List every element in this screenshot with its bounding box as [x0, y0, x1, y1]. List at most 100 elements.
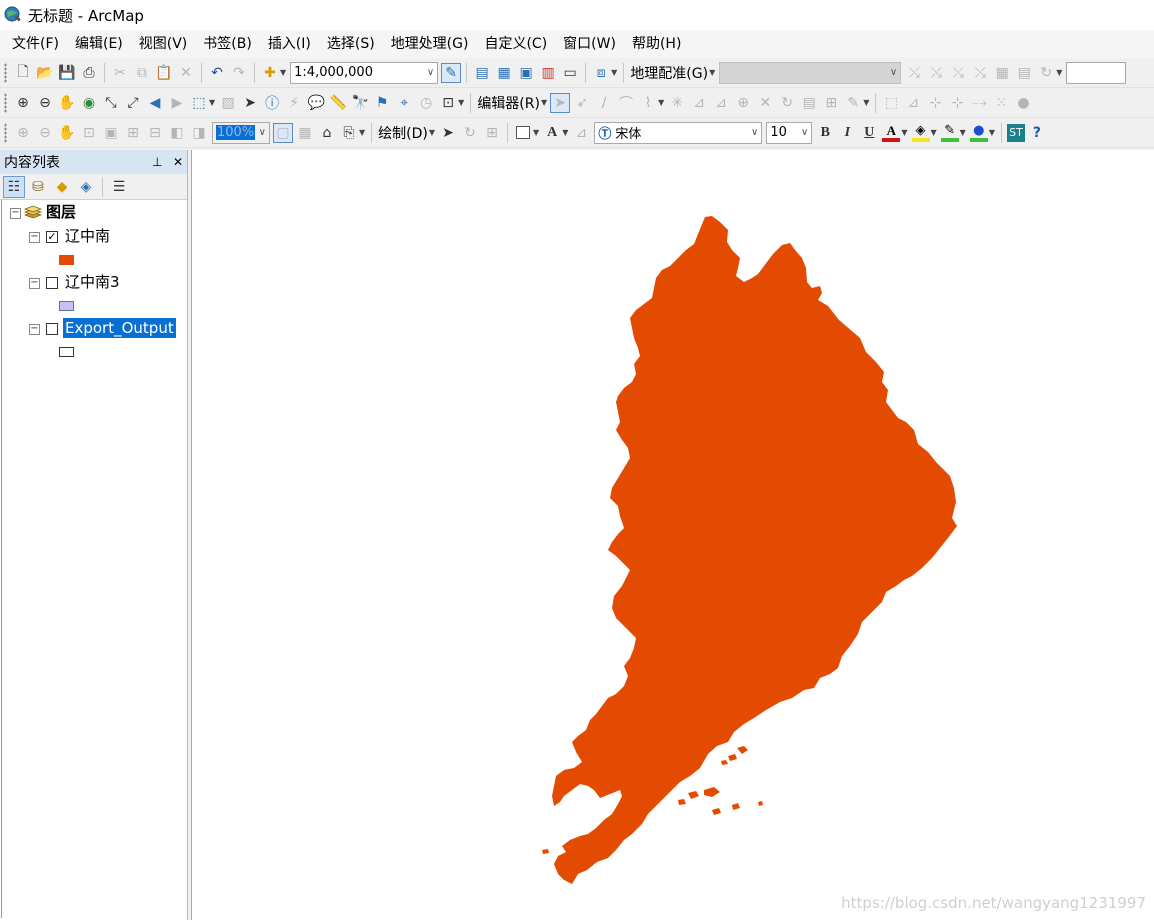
layout-zoom-combo[interactable]: 100% ∨: [212, 121, 270, 144]
html-popup-icon[interactable]: 💬: [306, 93, 326, 113]
toolbar-grip[interactable]: [4, 92, 7, 113]
layer-name-export-output[interactable]: Export_Output: [63, 318, 176, 338]
pin-icon[interactable]: ⊥: [152, 155, 162, 169]
drawing-menu[interactable]: 绘制(D): [376, 123, 430, 143]
measure-icon[interactable]: 📏: [328, 93, 348, 113]
cut-icon[interactable]: ✂: [110, 63, 130, 83]
chevron-down-icon[interactable]: ▼: [533, 128, 539, 137]
zoom-selected-elements-icon[interactable]: ⊞: [482, 123, 502, 143]
editor-menu[interactable]: 编辑器(R): [475, 93, 542, 113]
rotate-element-icon[interactable]: ↻: [460, 123, 480, 143]
topology-tool-icon[interactable]: ⬚: [881, 93, 901, 113]
menu-insert[interactable]: 插入(I): [260, 30, 319, 58]
menu-customize[interactable]: 自定义(C): [476, 30, 555, 58]
topology-sphere-icon[interactable]: ●: [1013, 93, 1033, 113]
layer-symbol-swatch[interactable]: [59, 347, 74, 357]
zoom-to-link-icon[interactable]: ⤯: [948, 63, 968, 83]
reshape-icon[interactable]: ⊿: [711, 93, 731, 113]
delete-link-icon[interactable]: ⤯: [970, 63, 990, 83]
layer-visibility-checkbox[interactable]: [46, 277, 58, 289]
full-extent-globe-icon[interactable]: ◉: [79, 93, 99, 113]
chevron-down-icon[interactable]: ∨: [751, 127, 758, 138]
chevron-down-icon[interactable]: ▼: [429, 128, 435, 137]
new-document-icon[interactable]: 🗋: [13, 63, 33, 83]
menu-edit[interactable]: 编辑(E): [67, 30, 131, 58]
chevron-down-icon[interactable]: ∨: [259, 127, 266, 138]
save-icon[interactable]: 💾: [57, 63, 77, 83]
trace-icon[interactable]: ⌇: [638, 93, 658, 113]
layer-visibility-checkbox[interactable]: ✓: [46, 231, 58, 243]
topology-vertex-icon[interactable]: ⊹: [925, 93, 945, 113]
chevron-down-icon[interactable]: ▼: [611, 68, 617, 77]
chevron-down-icon[interactable]: ▼: [931, 128, 937, 137]
change-layout-icon[interactable]: ⌂: [317, 123, 337, 143]
hyperlink-icon[interactable]: ⚡: [284, 93, 304, 113]
rotate-icon[interactable]: ▤: [1014, 63, 1034, 83]
layout-zoom-out-icon[interactable]: ⊖: [35, 123, 55, 143]
split-icon[interactable]: ✕: [755, 93, 775, 113]
chevron-down-icon[interactable]: ∨: [427, 67, 434, 78]
help-question-icon[interactable]: ?: [1027, 123, 1047, 143]
layer-symbol-swatch[interactable]: [59, 301, 74, 311]
select-elements-icon[interactable]: ➤: [240, 93, 260, 113]
font-size-combo[interactable]: 10 ∨: [766, 121, 813, 144]
rectangle-tool-icon[interactable]: [513, 123, 533, 143]
edit-tool-icon[interactable]: ➤: [550, 92, 571, 113]
add-control-points-icon[interactable]: ⤯: [904, 63, 924, 83]
chevron-down-icon[interactable]: ▼: [541, 98, 547, 107]
menu-help[interactable]: 帮助(H): [624, 30, 689, 58]
bold-button[interactable]: B: [815, 123, 835, 143]
topology-edit-icon[interactable]: ⊿: [903, 93, 923, 113]
menu-bookmarks[interactable]: 书签(B): [195, 30, 260, 58]
list-by-visibility-icon[interactable]: ◆: [51, 176, 73, 198]
layout-pan-icon[interactable]: ✋: [57, 123, 77, 143]
collapse-icon[interactable]: −: [29, 278, 40, 289]
layout-back-icon[interactable]: ◧: [167, 123, 187, 143]
redo-icon[interactable]: ↷: [229, 63, 249, 83]
list-by-selection-icon[interactable]: ◈: [75, 176, 97, 198]
layer-symbol-swatch[interactable]: [59, 255, 74, 265]
point-icon[interactable]: ✳: [667, 93, 687, 113]
toolbar-grip[interactable]: [4, 62, 7, 83]
layer-name-liaozhongnan3[interactable]: 辽中南3: [65, 272, 120, 292]
search-window-icon[interactable]: ▣: [516, 63, 536, 83]
open-folder-icon[interactable]: 📂: [35, 63, 55, 83]
back-arrow-icon[interactable]: ◀: [145, 93, 165, 113]
add-data-icon[interactable]: ✚: [260, 63, 280, 83]
chevron-down-icon[interactable]: ∨: [890, 67, 897, 78]
view-link-table-icon[interactable]: ▦: [992, 63, 1012, 83]
toc-options-icon[interactable]: ☰: [108, 176, 130, 198]
chevron-down-icon[interactable]: ▼: [1056, 68, 1062, 77]
select-elements-arrow-icon[interactable]: ➤: [438, 123, 458, 143]
italic-button[interactable]: I: [837, 123, 857, 143]
toggle-draft-mode-icon[interactable]: ▢: [273, 122, 293, 143]
pan-hand-icon[interactable]: ✋: [57, 93, 77, 113]
paste-icon[interactable]: 📋: [154, 63, 174, 83]
menu-file[interactable]: 文件(F): [4, 30, 67, 58]
go-to-xy-icon[interactable]: ⌖: [394, 93, 414, 113]
fill-color-button[interactable]: ◈: [910, 122, 932, 144]
time-slider-icon[interactable]: ◷: [416, 93, 436, 113]
zoom-out-icon[interactable]: ⊖: [35, 93, 55, 113]
chevron-down-icon[interactable]: ▼: [209, 98, 215, 107]
collapse-icon[interactable]: −: [10, 208, 21, 219]
layout-fixed-zoom-out-icon[interactable]: ⊟: [145, 123, 165, 143]
line-color-button[interactable]: ✎: [939, 122, 961, 144]
undo-icon[interactable]: ↶: [207, 63, 227, 83]
layout-zoom-in-icon[interactable]: ⊕: [13, 123, 33, 143]
map-canvas[interactable]: [192, 150, 1154, 920]
font-color-button[interactable]: A: [880, 122, 902, 144]
chevron-down-icon[interactable]: ▼: [458, 98, 464, 107]
topology-cluster-icon[interactable]: ⁙: [991, 93, 1011, 113]
chevron-down-icon[interactable]: ▼: [863, 98, 869, 107]
list-by-drawing-order-icon[interactable]: ☷: [3, 175, 25, 198]
map-display[interactable]: https://blog.csdn.net/wangyang1231997: [191, 150, 1154, 920]
editor-toolbar-icon[interactable]: ✎: [441, 62, 462, 83]
find-route-icon[interactable]: ⚑: [372, 93, 392, 113]
chevron-down-icon[interactable]: ▼: [989, 128, 995, 137]
arctoolbox-icon[interactable]: ▥: [538, 63, 558, 83]
chevron-down-icon[interactable]: ▼: [709, 68, 715, 77]
list-by-source-icon[interactable]: ⛁: [27, 176, 49, 198]
layer-visibility-checkbox[interactable]: [46, 323, 58, 335]
collapse-icon[interactable]: −: [29, 324, 40, 335]
